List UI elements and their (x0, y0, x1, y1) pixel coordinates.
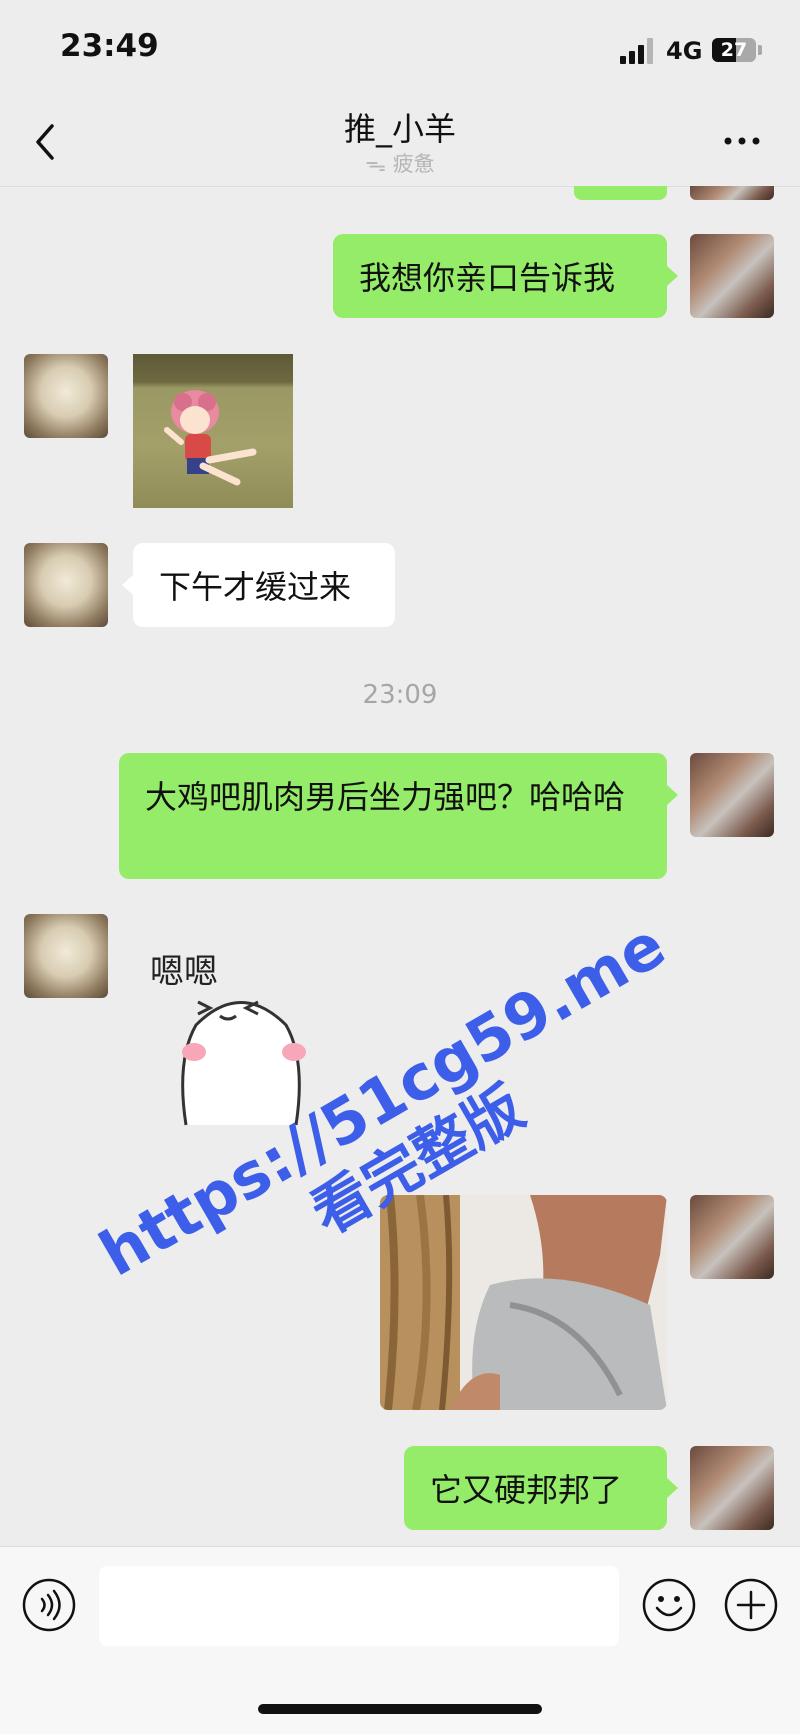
avatar-self[interactable] (690, 186, 774, 200)
message-bubble-self[interactable]: 大鸡吧肌肉男后坐力强吧？哈哈哈 (119, 753, 667, 879)
battery-icon: 27 (712, 38, 756, 62)
bubble-tail (667, 266, 678, 286)
battery-tip (758, 45, 762, 55)
home-indicator[interactable] (258, 1704, 542, 1714)
message-bubble-self[interactable]: 它又硬邦邦了 (404, 1446, 667, 1530)
voice-icon (22, 1578, 76, 1632)
network-label: 4G (666, 37, 703, 65)
bubble-tail (122, 575, 133, 595)
voice-button[interactable] (22, 1578, 76, 1632)
bubble-tail (667, 785, 678, 805)
status-time: 23:49 (60, 28, 159, 64)
plus-button[interactable] (724, 1578, 778, 1632)
message-bubble-peer[interactable]: 下午才缓过来 (133, 543, 395, 627)
back-icon (36, 124, 54, 160)
avatar-self[interactable] (690, 234, 774, 318)
emoji-button[interactable] (642, 1578, 696, 1632)
message-text: 下午才缓过来 (159, 568, 352, 606)
chat-title: 推_小羊 (343, 110, 456, 148)
message-input[interactable] (99, 1566, 619, 1646)
photo-image[interactable] (380, 1195, 667, 1410)
message-text: 它又硬邦邦了 (430, 1471, 623, 1509)
avatar-peer[interactable] (24, 354, 108, 438)
plus-icon (724, 1578, 778, 1632)
signal-icon (620, 38, 654, 64)
anime-sticker-image[interactable] (133, 354, 293, 508)
bubble-tail (667, 1478, 678, 1498)
sticker-image[interactable] (146, 940, 336, 1130)
avatar-peer[interactable] (24, 914, 108, 998)
battery-level: 27 (720, 39, 748, 61)
back-button[interactable] (28, 118, 68, 166)
status-icon: ᯓ (365, 152, 393, 176)
message-text: 我想你亲口告诉我 (359, 259, 616, 297)
nav-divider (0, 186, 800, 187)
avatar-self[interactable] (690, 1446, 774, 1530)
previous-message-bubble[interactable] (574, 186, 667, 200)
emoji-icon (642, 1578, 696, 1632)
avatar-self[interactable] (690, 753, 774, 837)
status-text: 疲惫 (392, 152, 435, 176)
more-button[interactable] (722, 126, 762, 156)
avatar-self[interactable] (690, 1195, 774, 1279)
more-icon (724, 137, 760, 145)
timestamp: 23:09 (362, 680, 438, 710)
message-text: 大鸡吧肌肉男后坐力强吧？哈哈哈 (145, 778, 626, 816)
contact-status: ᯓ 疲惫 (200, 148, 600, 178)
avatar-peer[interactable] (24, 543, 108, 627)
message-bubble-self[interactable]: 我想你亲口告诉我 (333, 234, 667, 318)
